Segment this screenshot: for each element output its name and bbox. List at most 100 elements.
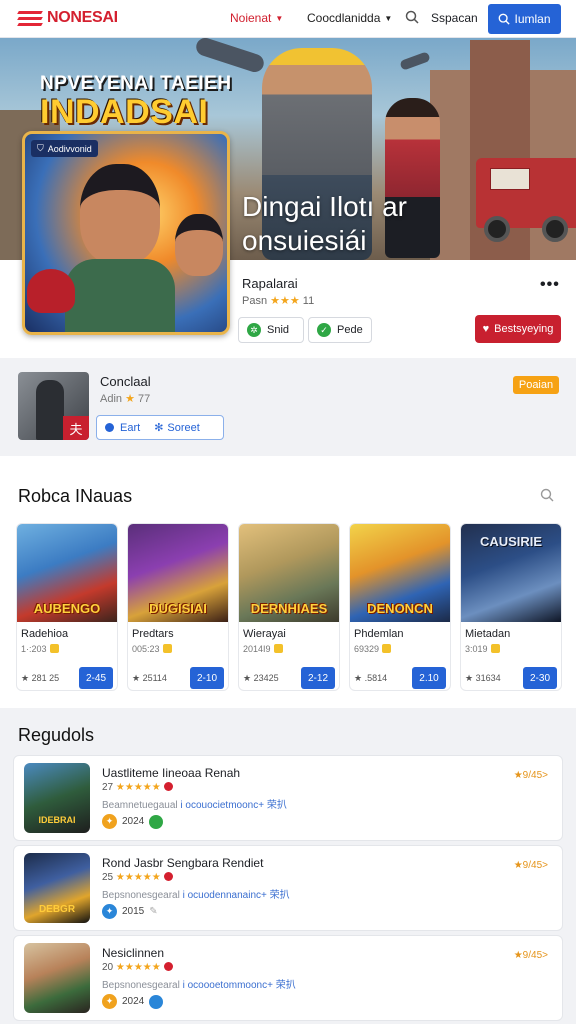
badge-icon bbox=[382, 644, 392, 653]
list-item-thumbnail bbox=[24, 943, 90, 1013]
game-card[interactable]: AUBENGO Radehioa 1·:203 ★ 281 25 2-45 bbox=[16, 523, 118, 691]
nav-dropdown-1[interactable]: Noienat ▼ bbox=[230, 11, 283, 25]
search-icon[interactable] bbox=[540, 488, 554, 502]
wishlist-label: Bestsyeying bbox=[494, 323, 554, 335]
list-item-year: 2015 bbox=[122, 906, 145, 917]
app-meta-prefix: Pasn bbox=[242, 295, 268, 307]
list-item-meta-num: 20 bbox=[102, 962, 114, 973]
game-card-sub: 005:23 bbox=[132, 644, 172, 654]
tag-chip-2[interactable]: ✓ Pede bbox=[308, 317, 372, 343]
list-item-desc-b: i ocouocietmoonc+ 荣扒 bbox=[177, 800, 287, 811]
game-card-art-text: CAUSIRIE bbox=[479, 534, 543, 549]
feather-icon: ✎ bbox=[149, 906, 158, 917]
game-card-art: DENONCN bbox=[350, 524, 450, 622]
list-item-footer: ✦ 2024 bbox=[102, 994, 164, 1009]
game-card[interactable]: DUGISIAI Predtars 005:23 ★ 25114 2-10 bbox=[127, 523, 229, 691]
game-card-art-text: AUBENGO bbox=[33, 601, 101, 616]
tag-chip-1[interactable]: ✲ Snid bbox=[238, 317, 304, 343]
game-card-name: Predtars bbox=[132, 628, 174, 640]
game-card-sub-text: 1·:203 bbox=[21, 644, 47, 654]
list-item-rating-link[interactable]: ★9/45> bbox=[514, 770, 548, 781]
related-meta: Adin ★ 77 bbox=[100, 392, 150, 405]
soldier-figure bbox=[36, 380, 64, 440]
hero-title: NPVEYENAI ТАЕІЕН INDADSAI bbox=[40, 74, 232, 129]
nav-dropdown-2-label: Coocdlanidda bbox=[307, 11, 381, 25]
list-item-thumbnail: IDEBRAI bbox=[24, 763, 90, 833]
search-icon[interactable] bbox=[405, 10, 419, 24]
cover-badge-label: Aodivvonid bbox=[47, 143, 92, 154]
list-item-desc: Bepsnonesgearal i ocoooetommoonc+ 荣扒 bbox=[102, 976, 296, 991]
hero-caption-line-1: Dingai Ilotı ar bbox=[242, 191, 407, 222]
game-card-price-button[interactable]: 2.10 bbox=[412, 667, 446, 689]
search-label[interactable]: Sspacan bbox=[431, 11, 478, 25]
list-item-year: 2024 bbox=[122, 996, 145, 1007]
hero-title-line-1: NPVEYENAI ТАЕІЕН bbox=[40, 73, 232, 94]
logo-icon bbox=[17, 9, 43, 27]
related-action-2[interactable]: ✻ Soreet bbox=[154, 421, 200, 434]
game-card-price-button[interactable]: 2-30 bbox=[523, 667, 557, 689]
aircraft-icon bbox=[399, 51, 431, 71]
list-item[interactable]: Nesiclinnen 20 ★★★★★ Bepsnonesgearal i o… bbox=[13, 935, 563, 1021]
related-meta-prefix: Adin bbox=[100, 393, 123, 405]
app-cover-art[interactable]: ⛉ Aodivvonid bbox=[22, 131, 230, 335]
game-card-name: Radehioa bbox=[21, 628, 69, 640]
list-item-desc-a: Bepsnonesgearal bbox=[102, 890, 180, 901]
top-nav-bar: NONESAI Noienat ▼ Coocdlanidda ▼ Sspacan… bbox=[0, 0, 576, 38]
share-icon: ✻ bbox=[154, 422, 164, 434]
chat-icon bbox=[149, 814, 164, 829]
bolt-icon: ✦ bbox=[102, 994, 117, 1009]
logo[interactable]: NONESAI bbox=[17, 9, 118, 27]
chevron-down-icon: ▼ bbox=[275, 13, 284, 23]
list-item[interactable]: DEBGR Rond Jasbr Sengbara Rendiet 25 ★★★… bbox=[13, 845, 563, 931]
list-item-title: Uastliteme Iineoaa Renah bbox=[102, 766, 241, 780]
signin-button[interactable]: Iumlan bbox=[488, 4, 561, 34]
cover-badge: ⛉ Aodivvonid bbox=[31, 140, 98, 157]
nav-dropdown-1-label: Noienat bbox=[230, 11, 272, 25]
chat-icon bbox=[149, 994, 164, 1009]
game-card-name: Mietadan bbox=[465, 628, 511, 640]
game-card-rating: ★ 31634 bbox=[465, 673, 501, 683]
game-card-sub-text: 3:019 bbox=[465, 644, 488, 654]
game-card-art: CAUSIRIE bbox=[461, 524, 561, 622]
cover-character-main bbox=[80, 164, 160, 264]
related-thumbnail[interactable]: 夫 bbox=[18, 372, 89, 440]
game-card-price-button[interactable]: 2-10 bbox=[190, 667, 224, 689]
game-card-art-text: DERNHIAES bbox=[250, 601, 328, 616]
badge-icon bbox=[163, 782, 173, 791]
game-card-name: Wierayai bbox=[243, 628, 286, 640]
badge-icon bbox=[490, 644, 500, 653]
circle-icon bbox=[105, 422, 114, 432]
game-card-price-button[interactable]: 2-45 bbox=[79, 667, 113, 689]
list-item-title: Nesiclinnen bbox=[102, 946, 165, 960]
game-card-art: AUBENGO bbox=[17, 524, 117, 622]
popular-title: Robca INauas bbox=[18, 486, 133, 506]
list-item[interactable]: IDEBRAI Uastliteme Iineoaa Renah 27 ★★★★… bbox=[13, 755, 563, 841]
star-rating-icon: ★★★★★ bbox=[115, 782, 161, 793]
badge-icon bbox=[163, 962, 173, 971]
truck-illustration bbox=[476, 158, 576, 242]
badge-icon bbox=[163, 872, 173, 881]
game-card[interactable]: DENONCN Phdemlan 69329 ★ .5814 2.10 bbox=[349, 523, 451, 691]
aircraft-icon bbox=[193, 38, 267, 75]
more-options-icon[interactable]: ••• bbox=[540, 276, 560, 294]
related-action-1[interactable]: Eart bbox=[105, 422, 140, 434]
nav-dropdown-2[interactable]: Coocdlanidda ▼ bbox=[307, 11, 392, 25]
wishlist-button[interactable]: ♥ Bestsyeying bbox=[475, 315, 561, 343]
list-item-rating-link[interactable]: ★9/45> bbox=[514, 950, 548, 961]
related-title[interactable]: Conclaal bbox=[100, 374, 151, 389]
related-tag-button[interactable]: Poaian bbox=[513, 376, 559, 394]
list-item-meta: 27 ★★★★★ bbox=[102, 782, 173, 793]
game-card-rating: ★ 281 25 bbox=[21, 673, 60, 683]
hero-title-line-2: INDADSAI bbox=[40, 93, 209, 131]
star-rating-icon: ★★★★★ bbox=[115, 962, 161, 973]
related-thumb-badge: 夫 bbox=[63, 416, 89, 440]
app-name: Rapalarai bbox=[242, 276, 298, 291]
game-card[interactable]: CAUSIRIE Mietadan 3:019 ★ 31634 2-30 bbox=[460, 523, 562, 691]
app-meta: Pasn ★★★ 11 bbox=[242, 294, 314, 307]
list-item-desc-a: Beamnetuegaual bbox=[102, 800, 178, 811]
list-item-rating-link[interactable]: ★9/45> bbox=[514, 860, 548, 871]
game-card[interactable]: DERNHIAES Wierayai 2014I9 ★ 23425 2-12 bbox=[238, 523, 340, 691]
game-card-price-button[interactable]: 2-12 bbox=[301, 667, 335, 689]
chevron-down-icon: ▼ bbox=[384, 13, 393, 23]
cover-character-side bbox=[175, 214, 223, 276]
